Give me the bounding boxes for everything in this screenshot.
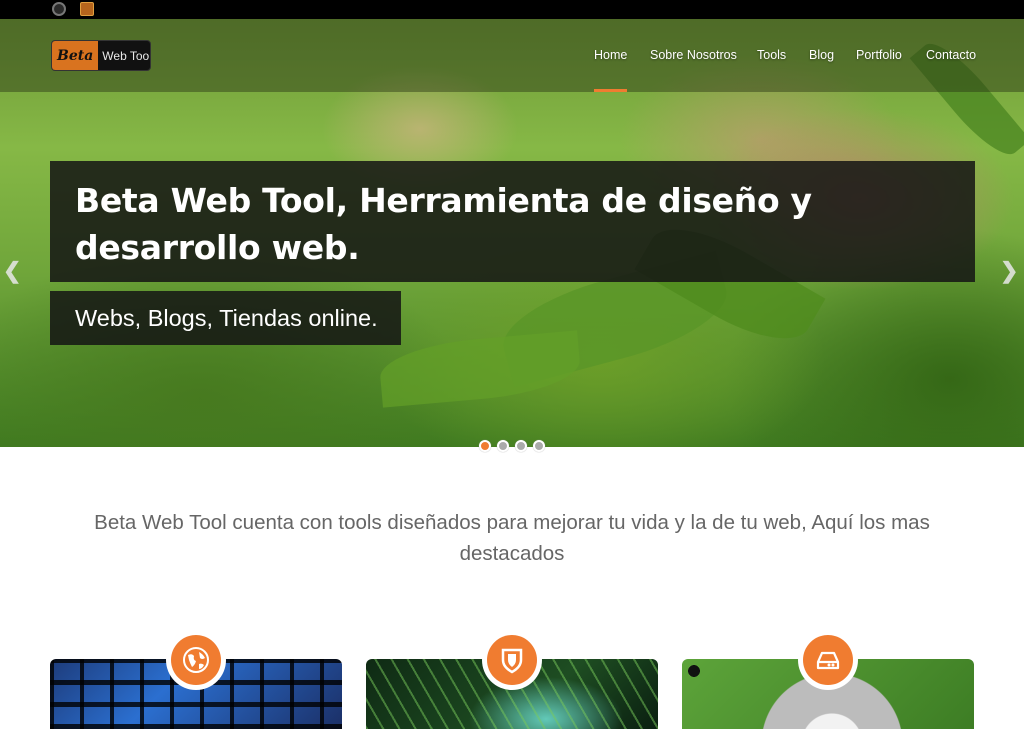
nav-item-tools[interactable]: Tools [757, 48, 786, 62]
hard-drive-icon-badge [798, 630, 858, 690]
logo[interactable]: Beta Web Tool [51, 40, 151, 71]
nav-item-home[interactable]: Home [594, 48, 627, 62]
hard-drive-icon [816, 651, 840, 670]
slider-dot-2[interactable] [497, 440, 509, 452]
hero-subtitle: Webs, Blogs, Tiendas online. [50, 291, 401, 345]
top-bar [0, 0, 1024, 19]
social-icon-2[interactable] [80, 2, 94, 16]
globe-icon [183, 647, 209, 673]
shield-icon-badge [482, 630, 542, 690]
chevron-right-icon[interactable]: ❯ [1000, 258, 1018, 284]
slider-pagination [479, 440, 545, 452]
leaf-decoration [377, 330, 583, 408]
nav-item-blog[interactable]: Blog [809, 48, 834, 62]
logo-webtool-text: Web Tool [102, 48, 151, 63]
hero-title-line2: desarrollo web. [75, 228, 360, 267]
hero-title-line1: Beta Web Tool, Herramienta de diseño y [75, 181, 812, 220]
slider-dot-1[interactable] [479, 440, 491, 452]
nav-item-portfolio[interactable]: Portfolio [856, 48, 902, 62]
hero-title-box: Beta Web Tool, Herramienta de diseño y d… [50, 161, 975, 282]
logo-beta-text: Beta [52, 41, 99, 70]
social-icon[interactable] [52, 2, 66, 16]
slider-dot-3[interactable] [515, 440, 527, 452]
intro-text: Beta Web Tool cuenta con tools diseñados… [94, 511, 930, 565]
nav-active-indicator [594, 89, 627, 92]
nav-item-contacto[interactable]: Contacto [926, 48, 976, 62]
shield-icon [501, 648, 523, 674]
chevron-left-icon[interactable]: ❮ [3, 258, 21, 284]
nav-item-sobre-nosotros[interactable]: Sobre Nosotros [650, 48, 737, 62]
slider-dot-4[interactable] [533, 440, 545, 452]
globe-icon-badge [166, 630, 226, 690]
